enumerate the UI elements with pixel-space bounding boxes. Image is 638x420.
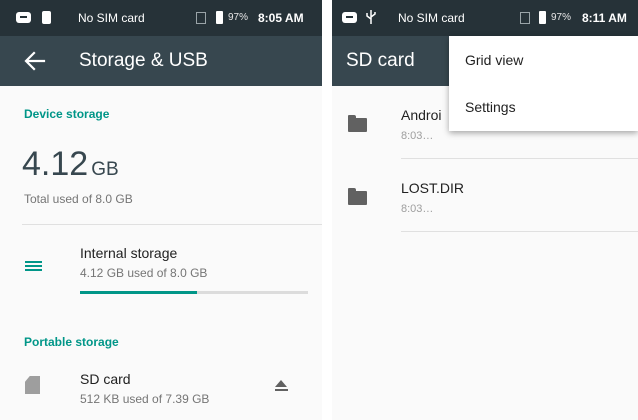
internal-storage-title[interactable]: Internal storage bbox=[80, 245, 177, 261]
sd-card-subtitle: 512 KB used of 7.39 GB bbox=[80, 392, 210, 406]
menu-item-settings[interactable]: Settings bbox=[465, 99, 516, 115]
folder-icon bbox=[348, 115, 367, 132]
app-bar: Storage & USB bbox=[0, 36, 322, 86]
screen-gap bbox=[322, 0, 332, 420]
storage-used-value: 4.12 bbox=[22, 145, 89, 183]
status-bar: No SIM card 97% 8:11 AM bbox=[332, 0, 638, 36]
sd-card-title[interactable]: SD card bbox=[80, 371, 131, 387]
battery-percent: 97% bbox=[551, 12, 572, 23]
carrier-text: No SIM card bbox=[78, 11, 145, 25]
clock: 8:05 AM bbox=[258, 11, 304, 25]
battery-percent: 97% bbox=[228, 12, 249, 23]
page-title: Storage & USB bbox=[79, 50, 208, 71]
no-sim-icon bbox=[520, 12, 530, 24]
storage-used-summary: 4.12 GB bbox=[22, 146, 119, 182]
internal-storage-progress-fill bbox=[80, 291, 198, 294]
sd-card-icon bbox=[25, 376, 40, 394]
carrier-text: No SIM card bbox=[398, 11, 465, 25]
storage-total-text: Total used of 8.0 GB bbox=[24, 192, 133, 206]
internal-storage-progress bbox=[80, 291, 308, 294]
sd-card-screen: No SIM card 97% 8:11 AM SD card Androi 8… bbox=[332, 0, 638, 420]
usb-icon bbox=[366, 10, 376, 24]
overflow-menu: Grid view Settings bbox=[449, 36, 638, 131]
file-name[interactable]: LOST.DIR bbox=[401, 180, 464, 196]
file-date: 8:03… bbox=[401, 203, 434, 215]
file-date: 8:03… bbox=[401, 130, 434, 142]
divider bbox=[401, 231, 638, 232]
lock-icon bbox=[42, 11, 51, 24]
clock: 8:11 AM bbox=[582, 11, 627, 25]
folder-icon bbox=[348, 188, 367, 205]
storage-list-icon bbox=[25, 261, 42, 275]
battery-icon bbox=[216, 11, 223, 24]
message-icon bbox=[342, 12, 357, 23]
eject-icon[interactable] bbox=[275, 380, 288, 392]
status-bar: No SIM card 97% 8:05 AM bbox=[0, 0, 322, 36]
divider bbox=[401, 158, 638, 159]
internal-storage-subtitle: 4.12 GB used of 8.0 GB bbox=[80, 266, 208, 280]
message-icon bbox=[16, 12, 31, 23]
storage-usb-screen: No SIM card 97% 8:05 AM Storage & USB De… bbox=[0, 0, 322, 420]
battery-icon bbox=[539, 11, 546, 24]
arrow-left-icon[interactable] bbox=[22, 49, 48, 73]
divider bbox=[22, 224, 322, 225]
page-title: SD card bbox=[346, 50, 415, 71]
file-name[interactable]: Androi bbox=[401, 107, 441, 123]
storage-used-unit: GB bbox=[91, 159, 119, 180]
device-storage-header: Device storage bbox=[24, 107, 110, 121]
portable-storage-header: Portable storage bbox=[24, 335, 119, 349]
no-sim-icon bbox=[196, 12, 206, 24]
menu-item-grid-view[interactable]: Grid view bbox=[465, 52, 523, 68]
